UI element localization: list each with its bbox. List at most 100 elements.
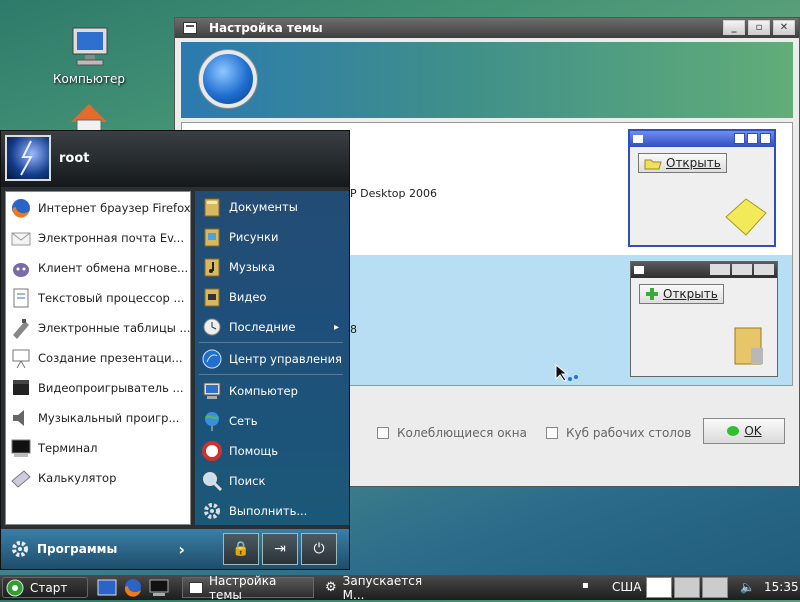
submenu-arrow-icon: ▸ [333, 321, 339, 333]
search-icon [201, 470, 223, 492]
pictures-folder-icon [201, 226, 223, 248]
calculator-icon [10, 467, 32, 489]
desktop-cube-checkbox[interactable]: Куб рабочих столов [546, 426, 691, 440]
chevron-right-icon: › [178, 539, 185, 559]
favorite-calculator[interactable]: Калькулятор [6, 464, 190, 492]
volume-icon[interactable]: 🔈 [740, 580, 755, 594]
favorite-spreadsheet[interactable]: Электронные таблицы ... [6, 314, 190, 342]
place-search[interactable]: Поиск [197, 467, 347, 495]
workspace-3[interactable] [702, 577, 728, 598]
logout-button[interactable]: ⇥ [262, 533, 298, 565]
video-folder-icon [201, 286, 223, 308]
desktop-icon-computer[interactable]: Компьютер [34, 26, 144, 86]
avatar[interactable] [5, 135, 51, 181]
favorite-music-player[interactable]: Музыкальный проигр... [6, 404, 190, 432]
start-button[interactable]: Старт [2, 577, 88, 598]
ok-button[interactable]: OK [703, 418, 785, 444]
window-titlebar[interactable]: Настройка темы _ ▫ ✕ [175, 18, 799, 38]
keyboard-layout[interactable]: США [612, 580, 641, 594]
preview-titlebar [631, 262, 777, 278]
loading-icon: ⚙ [325, 580, 337, 595]
place-documents[interactable]: Документы [197, 193, 347, 221]
favorite-terminal[interactable]: Терминал [6, 434, 190, 462]
favorite-chat[interactable]: Клиент обмена мгнове... [6, 254, 190, 282]
computer-icon [201, 380, 223, 402]
maximize-button[interactable]: ▫ [748, 20, 770, 35]
theme-name: 8 [350, 323, 357, 336]
preview-open-button: Открыть [638, 153, 727, 173]
place-run[interactable]: Выполнить... [197, 497, 347, 525]
theme-preview: Открыть [630, 261, 778, 377]
tray-app-icon[interactable]: ▪ [582, 580, 589, 591]
preview-open-button: Открыть [639, 284, 724, 304]
place-computer[interactable]: Компьютер [197, 377, 347, 405]
quicklaunch-desktop[interactable] [96, 577, 118, 598]
folder-preview-icon [725, 198, 767, 236]
lock-button[interactable]: 🔒 [223, 533, 259, 565]
computer-icon [65, 26, 113, 68]
control-center-globe-icon [199, 50, 257, 108]
place-network[interactable]: Сеть [197, 407, 347, 435]
theme-banner [181, 42, 793, 118]
minimize-button[interactable]: _ [723, 20, 745, 35]
start-logo-icon [6, 579, 24, 597]
wobbly-windows-checkbox[interactable]: Колеблющиеся окна [377, 426, 527, 440]
window-menu-icon[interactable] [183, 22, 197, 34]
place-help[interactable]: Помощь [197, 437, 347, 465]
workspace-2[interactable] [674, 577, 700, 598]
writer-icon [10, 287, 32, 309]
programs-button[interactable]: Программы › [5, 533, 191, 565]
close-button[interactable]: ✕ [773, 20, 795, 35]
chat-icon [10, 257, 32, 279]
workspace-1[interactable] [646, 577, 672, 598]
folder-open-icon [644, 159, 662, 170]
user-name: root [59, 151, 90, 166]
favorite-firefox[interactable]: Интернет браузер Firefox [6, 194, 190, 222]
music-folder-icon [201, 256, 223, 278]
home-icon [65, 100, 113, 130]
task-launching[interactable]: ⚙ Запускается М... [318, 574, 442, 602]
task-theme-settings[interactable]: Настройка темы [182, 574, 314, 602]
checkbox-box[interactable] [546, 427, 558, 439]
checkbox-box[interactable] [377, 427, 389, 439]
desktop-icon [97, 579, 117, 596]
favorite-presentation[interactable]: Создание презентаци... [6, 344, 190, 372]
video-player-icon [10, 377, 32, 399]
ok-check-icon [727, 426, 740, 436]
place-recent[interactable]: Последние ▸ [197, 313, 347, 341]
places-pane: Документы Рисунки Музыка Видео Последние… [195, 191, 349, 525]
folder-preview-icon [734, 327, 763, 365]
spreadsheet-icon [10, 317, 32, 339]
place-music[interactable]: Музыка [197, 253, 347, 281]
recent-icon [201, 316, 223, 338]
place-video[interactable]: Видео [197, 283, 347, 311]
firefox-icon [10, 197, 32, 219]
taskbar: Старт Настройка темы ⚙ Запускается М... … [0, 574, 800, 602]
desktop-icon-label: Компьютер [53, 72, 125, 86]
separator [199, 374, 343, 375]
run-icon [201, 500, 223, 522]
shutdown-button[interactable]: ⏻ [301, 533, 337, 565]
gear-icon [9, 538, 31, 560]
favorite-video-player[interactable]: Видеопроигрыватель ... [6, 374, 190, 402]
desktop-icon-home[interactable] [34, 100, 144, 130]
plus-icon [646, 288, 658, 300]
quicklaunch-terminal[interactable] [148, 577, 170, 598]
place-control-center[interactable]: Центр управления [197, 345, 347, 373]
logout-icon: ⇥ [274, 541, 286, 557]
favorite-writer[interactable]: Текстовый процессор ... [6, 284, 190, 312]
theme-preview: Открыть [628, 129, 776, 247]
quicklaunch-firefox[interactable] [122, 577, 144, 598]
music-player-icon [10, 407, 32, 429]
documents-folder-icon [201, 196, 223, 218]
network-icon [201, 410, 223, 432]
control-center-icon [201, 348, 223, 370]
place-pictures[interactable]: Рисунки [197, 223, 347, 251]
busy-cursor-icon [555, 363, 578, 382]
clock[interactable]: 15:35 [764, 580, 799, 594]
terminal-icon [149, 579, 169, 596]
favorite-mail[interactable]: Электронная почта Ev... [6, 224, 190, 252]
terminal-icon [10, 437, 32, 459]
preview-titlebar [630, 131, 774, 147]
lock-icon: 🔒 [232, 541, 250, 557]
